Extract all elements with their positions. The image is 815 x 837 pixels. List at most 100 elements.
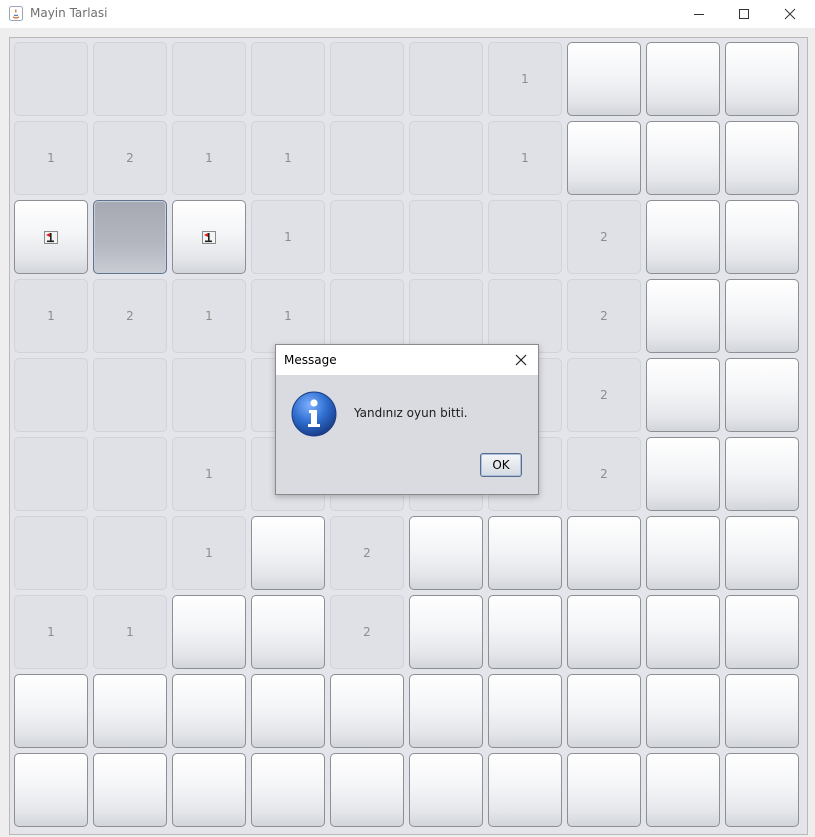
number-cell[interactable]: 2 [330, 516, 404, 590]
number-cell[interactable]: 1 [14, 279, 88, 353]
closed-cell[interactable] [646, 358, 720, 432]
closed-cell[interactable] [646, 279, 720, 353]
closed-cell[interactable] [646, 595, 720, 669]
minimize-icon [694, 14, 704, 15]
closed-cell[interactable] [172, 753, 246, 827]
closed-cell[interactable] [725, 279, 799, 353]
opened-cell[interactable] [330, 279, 404, 353]
closed-cell[interactable] [251, 516, 325, 590]
closed-cell[interactable] [567, 674, 641, 748]
number-cell[interactable]: 2 [567, 200, 641, 274]
closed-cell[interactable] [172, 674, 246, 748]
closed-cell[interactable] [725, 200, 799, 274]
closed-cell[interactable] [725, 42, 799, 116]
closed-cell[interactable] [725, 358, 799, 432]
opened-cell[interactable] [488, 279, 562, 353]
number-cell[interactable]: 1 [14, 121, 88, 195]
closed-cell[interactable] [93, 674, 167, 748]
closed-cell[interactable] [409, 516, 483, 590]
closed-cell[interactable] [567, 42, 641, 116]
closed-cell[interactable] [646, 200, 720, 274]
opened-cell[interactable] [488, 200, 562, 274]
number-cell[interactable]: 2 [93, 121, 167, 195]
minimize-button[interactable] [676, 0, 722, 28]
number-cell[interactable]: 2 [567, 437, 641, 511]
dialog-close-button[interactable] [510, 349, 532, 371]
opened-cell[interactable] [409, 279, 483, 353]
closed-cell[interactable] [725, 437, 799, 511]
window-title: Mayin Tarlasi [30, 6, 108, 20]
closed-cell[interactable] [567, 516, 641, 590]
closed-cell[interactable] [488, 674, 562, 748]
opened-cell[interactable] [330, 42, 404, 116]
ok-button[interactable]: OK [480, 453, 522, 477]
closed-cell[interactable] [251, 753, 325, 827]
number-cell[interactable]: 1 [93, 595, 167, 669]
number-cell[interactable]: 1 [251, 200, 325, 274]
number-cell[interactable]: 2 [93, 279, 167, 353]
opened-cell[interactable] [330, 200, 404, 274]
opened-cell[interactable] [93, 516, 167, 590]
closed-cell[interactable] [409, 753, 483, 827]
number-cell[interactable]: 1 [172, 437, 246, 511]
closed-cell[interactable] [14, 674, 88, 748]
closed-cell[interactable] [646, 42, 720, 116]
closed-cell[interactable] [725, 674, 799, 748]
closed-cell[interactable] [488, 595, 562, 669]
opened-cell[interactable] [409, 200, 483, 274]
maximize-button[interactable] [721, 0, 767, 28]
close-icon [515, 354, 527, 366]
number-cell[interactable]: 1 [14, 595, 88, 669]
number-cell[interactable]: 1 [488, 42, 562, 116]
closed-cell[interactable] [93, 753, 167, 827]
closed-cell[interactable] [725, 595, 799, 669]
window-close-button[interactable] [767, 0, 813, 28]
closed-cell[interactable] [330, 753, 404, 827]
flagged-cell[interactable] [172, 200, 246, 274]
closed-cell[interactable] [646, 753, 720, 827]
opened-cell[interactable] [172, 358, 246, 432]
opened-cell[interactable] [93, 42, 167, 116]
opened-cell[interactable] [14, 358, 88, 432]
opened-cell[interactable] [251, 42, 325, 116]
number-cell[interactable]: 1 [172, 121, 246, 195]
closed-cell[interactable] [172, 595, 246, 669]
opened-cell[interactable] [14, 42, 88, 116]
opened-cell[interactable] [14, 437, 88, 511]
number-cell[interactable]: 2 [567, 279, 641, 353]
closed-cell[interactable] [646, 674, 720, 748]
number-cell[interactable]: 1 [172, 279, 246, 353]
number-cell[interactable]: 1 [488, 121, 562, 195]
closed-cell[interactable] [251, 595, 325, 669]
pressed-cell[interactable] [93, 200, 167, 274]
number-cell[interactable]: 2 [567, 358, 641, 432]
closed-cell[interactable] [567, 753, 641, 827]
closed-cell[interactable] [330, 674, 404, 748]
closed-cell[interactable] [488, 753, 562, 827]
closed-cell[interactable] [14, 753, 88, 827]
opened-cell[interactable] [14, 516, 88, 590]
closed-cell[interactable] [409, 595, 483, 669]
closed-cell[interactable] [725, 753, 799, 827]
closed-cell[interactable] [567, 121, 641, 195]
number-cell[interactable]: 2 [330, 595, 404, 669]
number-cell[interactable]: 1 [172, 516, 246, 590]
opened-cell[interactable] [93, 437, 167, 511]
closed-cell[interactable] [567, 595, 641, 669]
closed-cell[interactable] [646, 437, 720, 511]
number-cell[interactable]: 1 [251, 279, 325, 353]
opened-cell[interactable] [409, 121, 483, 195]
closed-cell[interactable] [488, 516, 562, 590]
closed-cell[interactable] [725, 121, 799, 195]
closed-cell[interactable] [725, 516, 799, 590]
opened-cell[interactable] [93, 358, 167, 432]
closed-cell[interactable] [251, 674, 325, 748]
opened-cell[interactable] [409, 42, 483, 116]
closed-cell[interactable] [646, 516, 720, 590]
opened-cell[interactable] [172, 42, 246, 116]
closed-cell[interactable] [409, 674, 483, 748]
number-cell[interactable]: 1 [251, 121, 325, 195]
opened-cell[interactable] [330, 121, 404, 195]
flagged-cell[interactable] [14, 200, 88, 274]
closed-cell[interactable] [646, 121, 720, 195]
